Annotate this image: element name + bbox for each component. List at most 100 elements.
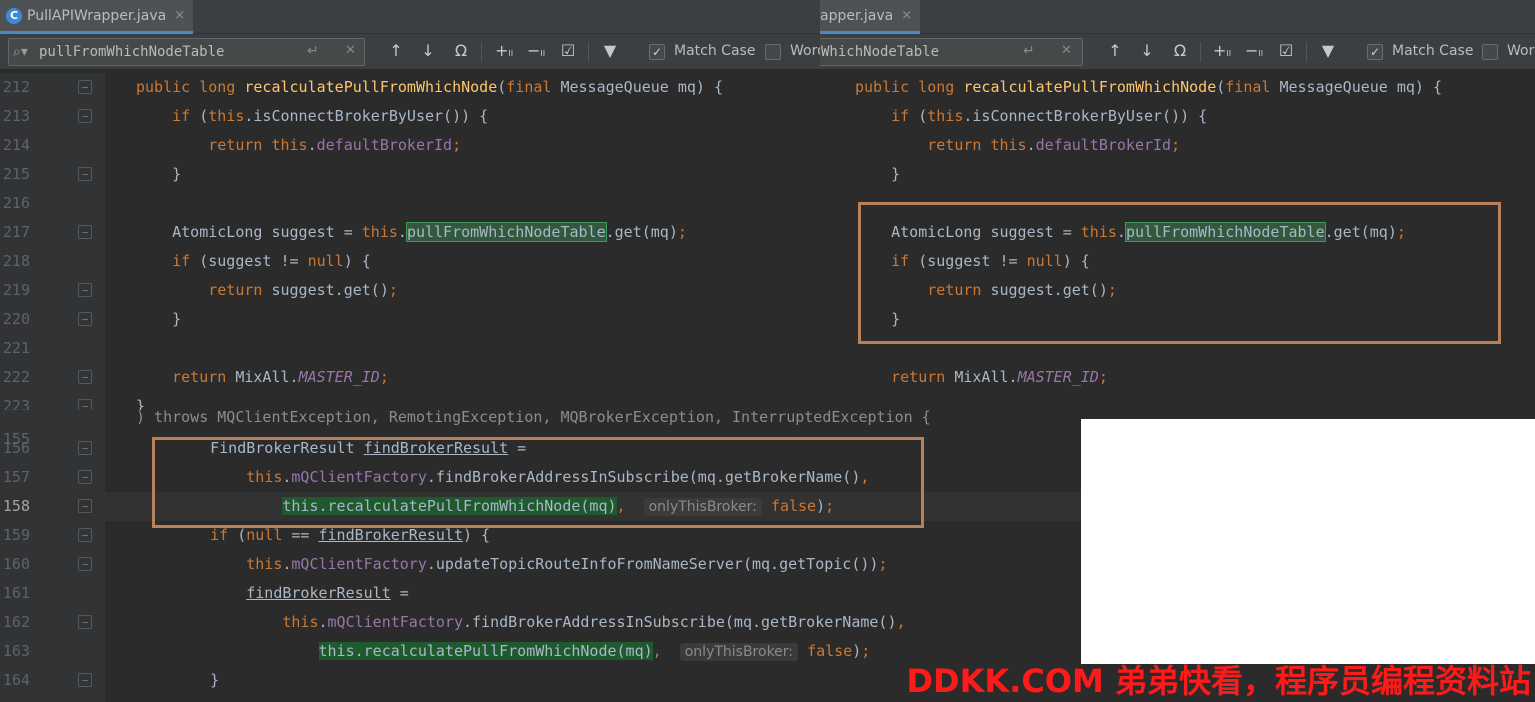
fold-marker-icon[interactable] bbox=[78, 470, 92, 484]
fold-marker-icon[interactable] bbox=[78, 370, 92, 384]
words-label: Word bbox=[790, 43, 820, 59]
code-line: 216 bbox=[0, 189, 820, 218]
words-checkbox[interactable] bbox=[765, 44, 781, 60]
code-token: } bbox=[174, 671, 220, 689]
code-token: .isConnectBrokerByUser()) { bbox=[244, 107, 489, 125]
enter-icon[interactable]: ↵ bbox=[307, 43, 319, 59]
match-case-checkbox[interactable]: ✓ bbox=[1367, 44, 1383, 60]
code-token: ( bbox=[228, 526, 247, 544]
line-number: 161 bbox=[2, 584, 30, 602]
code-token: .isConnectBrokerByUser()) { bbox=[963, 107, 1208, 125]
code-token: ; bbox=[388, 281, 398, 299]
tab-pullapiwrapper[interactable]: C PullAPIWrapper.java × bbox=[0, 0, 194, 34]
match-case-checkbox[interactable]: ✓ bbox=[649, 44, 665, 60]
code-line: } bbox=[820, 160, 1535, 189]
filter-icon[interactable]: ▼ bbox=[598, 41, 622, 60]
code-token: MixAll. bbox=[945, 368, 1018, 386]
code-token: MessageQueue mq) { bbox=[551, 78, 724, 96]
previous-occurrence-icon[interactable]: ↑ bbox=[1103, 41, 1127, 60]
remove-occurrence-icon[interactable]: −II bbox=[524, 41, 548, 60]
code-token: final bbox=[1225, 78, 1271, 96]
code-token: . bbox=[397, 223, 407, 241]
line-number: 156 bbox=[2, 439, 30, 457]
code-text: if (this.isConnectBrokerByUser()) { bbox=[855, 102, 1207, 131]
right-tab-bar bbox=[820, 0, 1535, 34]
search-query: WhichNodeTable bbox=[821, 44, 940, 60]
code-token: long bbox=[918, 78, 955, 96]
clear-icon[interactable]: ✕ bbox=[1061, 43, 1072, 58]
code-text: } bbox=[136, 160, 181, 189]
fold-marker-icon[interactable] bbox=[78, 80, 92, 94]
search-input[interactable]: ⌕▾ pullFromWhichNodeTable ↵ ✕ bbox=[8, 38, 365, 66]
tab-pullapiwrapper-right[interactable]: apper.java × bbox=[820, 0, 921, 34]
code-token: return bbox=[891, 368, 946, 386]
fold-marker-icon[interactable] bbox=[78, 673, 92, 687]
code-token: if bbox=[172, 252, 191, 270]
previous-occurrence-icon[interactable]: ↑ bbox=[384, 41, 408, 60]
code-token: suggest.get() bbox=[262, 281, 389, 299]
enter-icon[interactable]: ↵ bbox=[1023, 43, 1035, 59]
code-token: this bbox=[927, 107, 964, 125]
code-line: return this.defaultBrokerId; bbox=[820, 131, 1535, 160]
close-icon[interactable]: × bbox=[901, 8, 912, 23]
code-token: ; bbox=[379, 368, 389, 386]
code-token: this bbox=[208, 107, 245, 125]
close-icon[interactable]: × bbox=[174, 8, 185, 23]
partial-line-text: ) throws MQClientException, RemotingExce… bbox=[136, 410, 931, 426]
code-line: public long recalculatePullFromWhichNode… bbox=[820, 73, 1535, 102]
code-token: . bbox=[1026, 136, 1036, 154]
next-occurrence-icon[interactable]: ↓ bbox=[1135, 41, 1159, 60]
select-all-occurrences-icon[interactable]: ☑ bbox=[1274, 41, 1298, 60]
fold-marker-icon[interactable] bbox=[78, 283, 92, 297]
code-text: return this.defaultBrokerId; bbox=[136, 131, 461, 160]
filter-icon[interactable]: ▼ bbox=[1316, 41, 1340, 60]
fold-marker-icon[interactable] bbox=[78, 225, 92, 239]
highlight-box-top-right bbox=[858, 202, 1501, 344]
fold-marker-icon[interactable] bbox=[78, 528, 92, 542]
code-line: 215 } bbox=[0, 160, 820, 189]
fold-marker-icon[interactable] bbox=[78, 312, 92, 326]
remove-occurrence-icon[interactable]: −II bbox=[1242, 41, 1266, 60]
fold-marker-icon[interactable] bbox=[78, 441, 92, 455]
fold-marker-icon[interactable] bbox=[78, 109, 92, 123]
code-token: .findBrokerAddressInSubscribe(mq.getBrok… bbox=[463, 613, 897, 631]
select-all-occurrences-icon[interactable]: ☑ bbox=[556, 41, 580, 60]
add-occurrence-icon[interactable]: +II bbox=[1210, 41, 1234, 60]
fold-marker-icon[interactable] bbox=[78, 167, 92, 181]
code-token: ; bbox=[1171, 136, 1181, 154]
find-all-icon[interactable]: Ω bbox=[1168, 41, 1192, 60]
line-number: 164 bbox=[2, 671, 30, 689]
search-query: pullFromWhichNodeTable bbox=[39, 44, 225, 60]
fold-marker-icon[interactable] bbox=[78, 615, 92, 629]
find-all-icon[interactable]: Ω bbox=[449, 41, 473, 60]
code-token: ; bbox=[1098, 368, 1108, 386]
line-number: 215 bbox=[2, 165, 30, 183]
code-area-top-left[interactable]: 212 public long recalculatePullFromWhichN… bbox=[0, 73, 820, 418]
code-text: public long recalculatePullFromWhichNode… bbox=[855, 73, 1442, 102]
code-token: ( bbox=[190, 107, 209, 125]
fold-marker-icon[interactable] bbox=[78, 499, 92, 513]
code-token: this bbox=[361, 223, 398, 241]
next-occurrence-icon[interactable]: ↓ bbox=[416, 41, 440, 60]
fold-marker-icon[interactable] bbox=[78, 557, 92, 571]
clear-icon[interactable]: ✕ bbox=[345, 43, 356, 58]
code-token: MASTER_ID bbox=[298, 368, 380, 386]
code-text: findBrokerResult = bbox=[174, 579, 409, 608]
code-token: . bbox=[318, 613, 328, 631]
code-line: 218 if (suggest != null) { bbox=[0, 247, 820, 276]
code-text: return suggest.get(); bbox=[136, 276, 398, 305]
search-input[interactable]: WhichNodeTable ↵ ✕ bbox=[820, 38, 1083, 66]
code-token: ) { bbox=[463, 526, 491, 544]
find-bar-left: ⌕▾ pullFromWhichNodeTable ↵ ✕ ↑ ↓ Ω +II … bbox=[0, 34, 820, 70]
code-line: 222 return MixAll.MASTER_ID; bbox=[0, 363, 820, 392]
code-token: null bbox=[307, 252, 344, 270]
words-checkbox[interactable] bbox=[1482, 44, 1498, 60]
code-text: if (this.isConnectBrokerByUser()) { bbox=[136, 102, 488, 131]
add-occurrence-icon[interactable]: +II bbox=[492, 41, 516, 60]
